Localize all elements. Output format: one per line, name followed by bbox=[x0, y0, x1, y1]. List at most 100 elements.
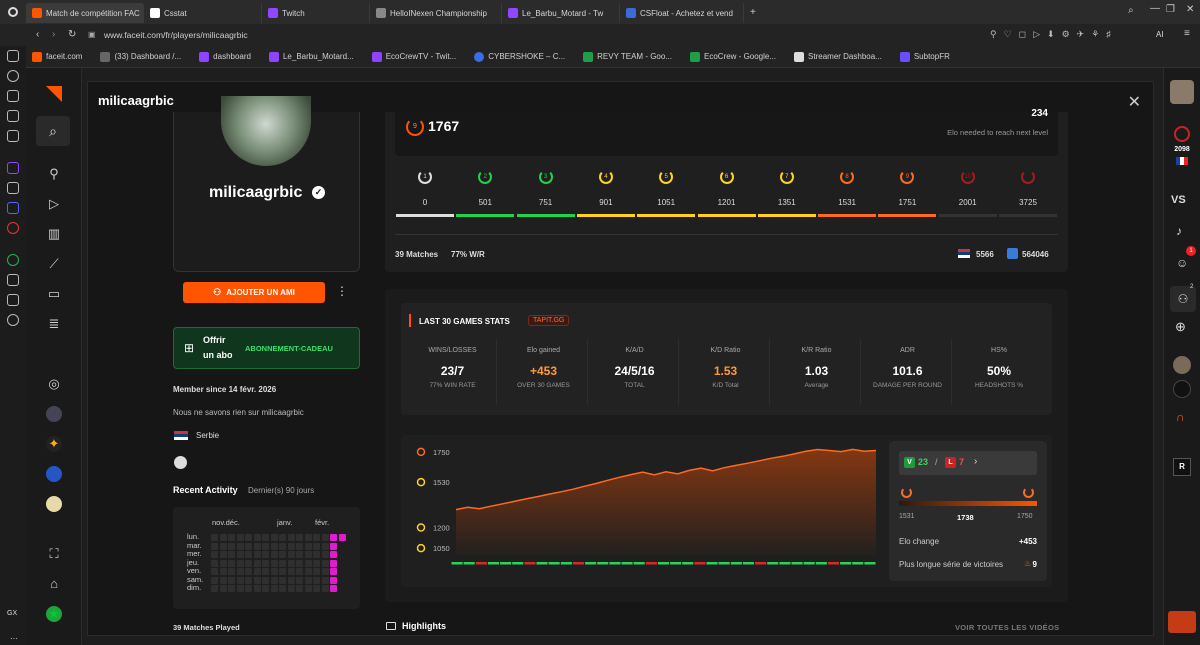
discord-icon[interactable] bbox=[7, 202, 19, 214]
elo-level-icon[interactable] bbox=[1174, 126, 1190, 142]
search-icon[interactable]: ⌕ bbox=[1128, 5, 1134, 16]
back-icon[interactable]: ‹ bbox=[36, 29, 39, 40]
ai-button[interactable]: AI bbox=[1156, 30, 1164, 39]
team-logo-icon[interactable] bbox=[1173, 380, 1191, 398]
vs-button[interactable]: VS bbox=[1171, 194, 1186, 206]
shop-icon[interactable]: ⌂ bbox=[46, 576, 62, 592]
browser-tab[interactable]: Csstat bbox=[144, 3, 262, 23]
streak-label: Plus longue série de victoires bbox=[899, 560, 1004, 569]
spotify-icon[interactable] bbox=[7, 254, 19, 266]
activity-cell bbox=[262, 559, 269, 567]
league-avatar-icon[interactable] bbox=[46, 466, 62, 482]
bookmark[interactable]: EcoCrew - Google... bbox=[690, 51, 776, 62]
activity-cell bbox=[228, 542, 235, 550]
opera-logo[interactable] bbox=[0, 0, 26, 24]
settings-icon[interactable] bbox=[7, 314, 19, 326]
app-icon[interactable] bbox=[7, 222, 19, 234]
bookmark[interactable]: REVY TEAM - Goo... bbox=[583, 51, 672, 62]
faceit-logo-icon[interactable] bbox=[46, 86, 62, 102]
stat-value: +453 bbox=[529, 364, 558, 378]
stat-value: 23/7 bbox=[440, 364, 465, 378]
browser-tab[interactable]: Le_Barbu_Motard - Tw bbox=[502, 3, 620, 23]
browser-tab[interactable]: CSFloat - Achetez et vend bbox=[620, 3, 744, 23]
more-options-icon[interactable]: ⋮ bbox=[336, 284, 348, 298]
browser-tab[interactable]: Match de compétition FAC bbox=[26, 3, 144, 23]
steam-icon[interactable] bbox=[174, 456, 187, 469]
level-elo: 501 bbox=[478, 198, 492, 207]
friends-icon[interactable]: ☺ bbox=[1176, 256, 1188, 270]
feed-icon[interactable]: ≣ bbox=[46, 316, 62, 332]
gx-control-icon[interactable] bbox=[7, 110, 19, 122]
more-icon[interactable]: ⋯ bbox=[10, 634, 18, 643]
history-icon[interactable] bbox=[7, 70, 19, 82]
stats-row: WINS/LOSSES 23/7 77% WIN RATE Elo gained +45… bbox=[409, 339, 1044, 405]
stats-icon[interactable]: ▥ bbox=[46, 226, 62, 242]
bell-icon[interactable]: ♪ bbox=[1176, 224, 1182, 238]
club-avatar-icon[interactable]: ✦ bbox=[46, 436, 62, 452]
team-avatar-icon[interactable] bbox=[46, 406, 62, 422]
organizer-avatar-icon[interactable] bbox=[46, 496, 62, 512]
level-icon: 8 bbox=[840, 170, 855, 184]
close-icon[interactable]: ✕ bbox=[1128, 92, 1141, 112]
workspace-icon[interactable] bbox=[7, 50, 19, 62]
activity-cell bbox=[245, 534, 252, 541]
friend-avatar[interactable] bbox=[1173, 356, 1191, 374]
level-elo: 3725 bbox=[1019, 198, 1037, 207]
view-all-videos-link[interactable]: VOIR TOUTES LES VIDÉOS bbox=[955, 623, 1059, 632]
gift-subscription-banner[interactable]: ⊞ Offrir un abo ABONNEMENT-CADEAU bbox=[173, 327, 360, 369]
elo-range-high: 1750 bbox=[1017, 513, 1033, 520]
bag-icon[interactable] bbox=[7, 90, 19, 102]
gx-logo[interactable]: GX bbox=[7, 610, 17, 617]
bookmark[interactable]: faceit.com bbox=[32, 51, 82, 62]
bookmark[interactable]: Streamer Dashboa... bbox=[794, 51, 882, 62]
menu-icon[interactable]: ≡ bbox=[1184, 28, 1190, 39]
scan-icon[interactable]: ⛶ bbox=[46, 546, 62, 562]
premium-icon[interactable]: ★ bbox=[46, 606, 62, 622]
user-avatar[interactable] bbox=[1170, 80, 1194, 104]
reload-icon[interactable]: ↻ bbox=[68, 29, 76, 40]
highlights-title: Highlights bbox=[402, 621, 446, 631]
url-input[interactable]: www.faceit.com/fr/players/milicaagrbic bbox=[104, 30, 248, 40]
activity-cell bbox=[219, 576, 227, 584]
bookmark[interactable]: CYBERSHOKE – C... bbox=[474, 51, 565, 62]
minimize-icon[interactable]: — bbox=[1150, 3, 1160, 14]
activity-cell bbox=[253, 534, 261, 541]
activity-cell bbox=[313, 551, 320, 558]
x-icon[interactable] bbox=[7, 182, 19, 194]
twitch-icon[interactable] bbox=[7, 162, 19, 174]
activity-cell bbox=[287, 568, 295, 575]
find-match-icon[interactable]: ⚲ bbox=[46, 166, 62, 182]
browser-tab[interactable]: Twitch bbox=[262, 3, 370, 23]
team-r-icon[interactable]: R bbox=[1173, 458, 1191, 476]
app-launcher-icon[interactable] bbox=[1168, 611, 1196, 633]
add-friend-button[interactable]: ⚇ AJOUTER UN AMI bbox=[183, 282, 325, 303]
video-icon[interactable]: ▭ bbox=[46, 286, 62, 302]
activity-cell bbox=[253, 551, 261, 558]
player-icon[interactable] bbox=[7, 274, 19, 286]
bookmark[interactable]: SubtopFR bbox=[899, 51, 950, 62]
activity-cell bbox=[245, 568, 252, 575]
activity-cell bbox=[253, 559, 261, 567]
close-window-icon[interactable]: ✕ bbox=[1186, 4, 1194, 15]
play-icon[interactable]: ▷ bbox=[46, 196, 62, 212]
bookmark[interactable]: EcoCrewTV - Twit... bbox=[371, 51, 456, 62]
maximize-icon[interactable]: ❐ bbox=[1166, 4, 1175, 15]
add-user-icon: ⚇ bbox=[213, 287, 222, 297]
search-icon[interactable]: ⌕ bbox=[36, 116, 70, 146]
headset-icon[interactable]: ∩ bbox=[1176, 410, 1185, 424]
activity-cell bbox=[330, 568, 337, 575]
forward-icon[interactable]: › bbox=[52, 29, 55, 40]
mail-icon[interactable] bbox=[7, 130, 19, 142]
bookmark[interactable]: Le_Barbu_Motard... bbox=[268, 51, 354, 62]
cube-icon[interactable] bbox=[7, 294, 19, 306]
bookmark[interactable]: dashboard bbox=[199, 51, 251, 62]
hub-icon[interactable]: ◎ bbox=[46, 376, 62, 392]
bookmark[interactable]: (33) Dashboard /... bbox=[100, 51, 181, 62]
activity-cell bbox=[211, 551, 218, 558]
wl-box[interactable]: V 23 / L 7 › bbox=[899, 451, 1037, 475]
activity-cell bbox=[304, 559, 312, 567]
browser-tab[interactable]: HelloINexen Championship bbox=[370, 3, 502, 23]
new-tab-button[interactable]: + bbox=[750, 7, 756, 18]
chart-icon[interactable]: ⟋ bbox=[46, 256, 62, 272]
add-icon[interactable]: ⊕ bbox=[1175, 319, 1186, 335]
